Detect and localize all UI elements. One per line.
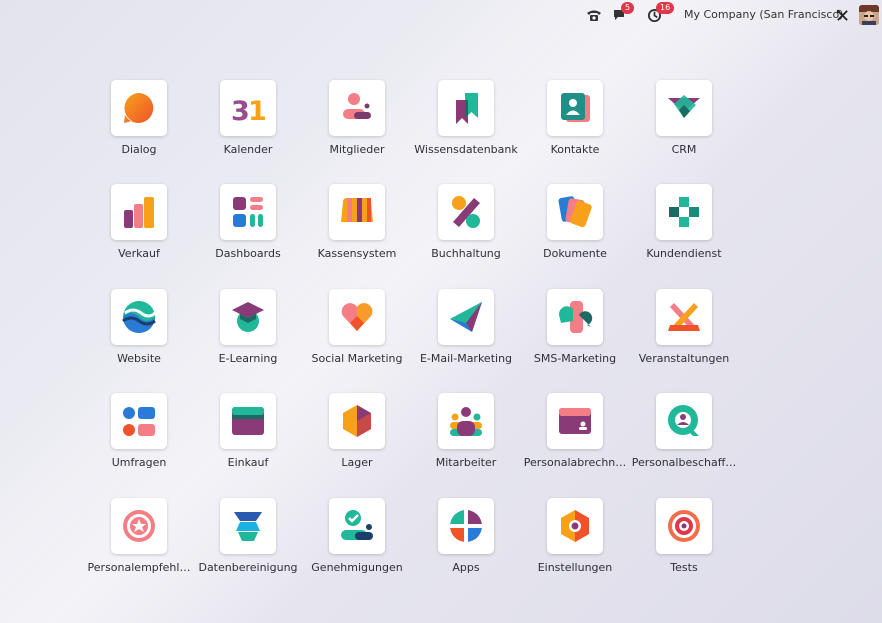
app-kundendienst[interactable]: Kundendienst	[624, 184, 744, 284]
knowledge-icon	[438, 80, 494, 136]
email-marketing-icon	[438, 289, 494, 345]
app-dialog[interactable]: Dialog	[79, 80, 199, 180]
app-website[interactable]: Website	[79, 289, 199, 389]
app-personalabrechnung[interactable]: Personalabrechn…	[515, 393, 635, 493]
contacts-icon	[547, 80, 603, 136]
payroll-icon	[547, 393, 603, 449]
data-cleaning-icon	[220, 498, 276, 554]
svg-text:3: 3	[231, 96, 250, 126]
app-mitarbeiter[interactable]: Mitarbeiter	[406, 393, 526, 493]
svg-text:1: 1	[248, 96, 266, 126]
app-buchhaltung[interactable]: Buchhaltung	[406, 184, 526, 284]
app-label: CRM	[671, 143, 697, 156]
elearning-icon	[220, 289, 276, 345]
app-social-marketing[interactable]: Social Marketing	[297, 289, 417, 389]
inventory-icon	[329, 393, 385, 449]
employees-icon	[438, 393, 494, 449]
accounting-icon	[438, 184, 494, 240]
tests-icon	[656, 498, 712, 554]
app-tests[interactable]: Tests	[624, 498, 744, 598]
app-wissensdatenbank[interactable]: Wissensdatenbank	[406, 80, 526, 180]
app-label: Veranstaltungen	[638, 352, 730, 365]
app-einkauf[interactable]: Einkauf	[188, 393, 308, 493]
app-elearning[interactable]: E-Learning	[188, 289, 308, 389]
dashboards-icon	[220, 184, 276, 240]
settings-icon	[547, 498, 603, 554]
purchase-icon	[220, 393, 276, 449]
referrals-icon	[111, 498, 167, 554]
app-crm[interactable]: CRM	[624, 80, 744, 180]
tools-icon[interactable]	[835, 4, 849, 26]
app-dokumente[interactable]: Dokumente	[515, 184, 635, 284]
app-einstellungen[interactable]: Einstellungen	[515, 498, 635, 598]
app-email-marketing[interactable]: E-Mail-Marketing	[406, 289, 526, 389]
app-genehmigungen[interactable]: Genehmigungen	[297, 498, 417, 598]
app-kontakte[interactable]: Kontakte	[515, 80, 635, 180]
app-label: Tests	[670, 561, 698, 574]
members-icon	[329, 80, 385, 136]
app-datenbereinigung[interactable]: Datenbereinigung	[188, 498, 308, 598]
website-icon	[111, 289, 167, 345]
crm-icon	[656, 80, 712, 136]
app-label: Kundendienst	[646, 247, 722, 260]
messages-button[interactable]: 5	[611, 2, 635, 26]
top-navbar: 5 16 My Company (San Francisco)	[0, 0, 882, 30]
app-verkauf[interactable]: Verkauf	[79, 184, 199, 284]
company-switcher[interactable]: My Company (San Francisco)	[684, 8, 843, 21]
surveys-icon	[111, 393, 167, 449]
app-personalempfehlungen[interactable]: Personalempfehl…	[79, 498, 199, 598]
pos-icon	[329, 184, 385, 240]
apps-icon	[438, 498, 494, 554]
activity-count-badge: 16	[656, 2, 675, 14]
calendar-icon: 31	[220, 80, 276, 136]
phone-icon[interactable]	[585, 4, 603, 26]
app-kalender[interactable]: 31 Kalender	[188, 80, 308, 180]
social-marketing-icon	[329, 289, 385, 345]
sms-marketing-icon	[547, 289, 603, 345]
sales-icon	[111, 184, 167, 240]
events-icon	[656, 289, 712, 345]
recruitment-icon	[656, 393, 712, 449]
app-label: Personalbeschaff…	[631, 456, 737, 469]
app-mitglieder[interactable]: Mitglieder	[297, 80, 417, 180]
app-lager[interactable]: Lager	[297, 393, 417, 493]
documents-icon	[547, 184, 603, 240]
approvals-icon	[329, 498, 385, 554]
activity-button[interactable]: 16	[645, 2, 675, 26]
app-kassensystem[interactable]: Kassensystem	[297, 184, 417, 284]
app-umfragen[interactable]: Umfragen	[79, 393, 199, 493]
helpdesk-icon	[656, 184, 712, 240]
app-veranstaltungen[interactable]: Veranstaltungen	[624, 289, 744, 389]
dialog-icon	[111, 80, 167, 136]
app-apps[interactable]: Apps	[406, 498, 526, 598]
app-dashboards[interactable]: Dashboards	[188, 184, 308, 284]
messages-count-badge: 5	[621, 2, 635, 14]
user-avatar[interactable]	[859, 5, 879, 25]
app-sms-marketing[interactable]: SMS-Marketing	[515, 289, 635, 389]
app-personalbeschaffung[interactable]: Personalbeschaff…	[624, 393, 744, 493]
